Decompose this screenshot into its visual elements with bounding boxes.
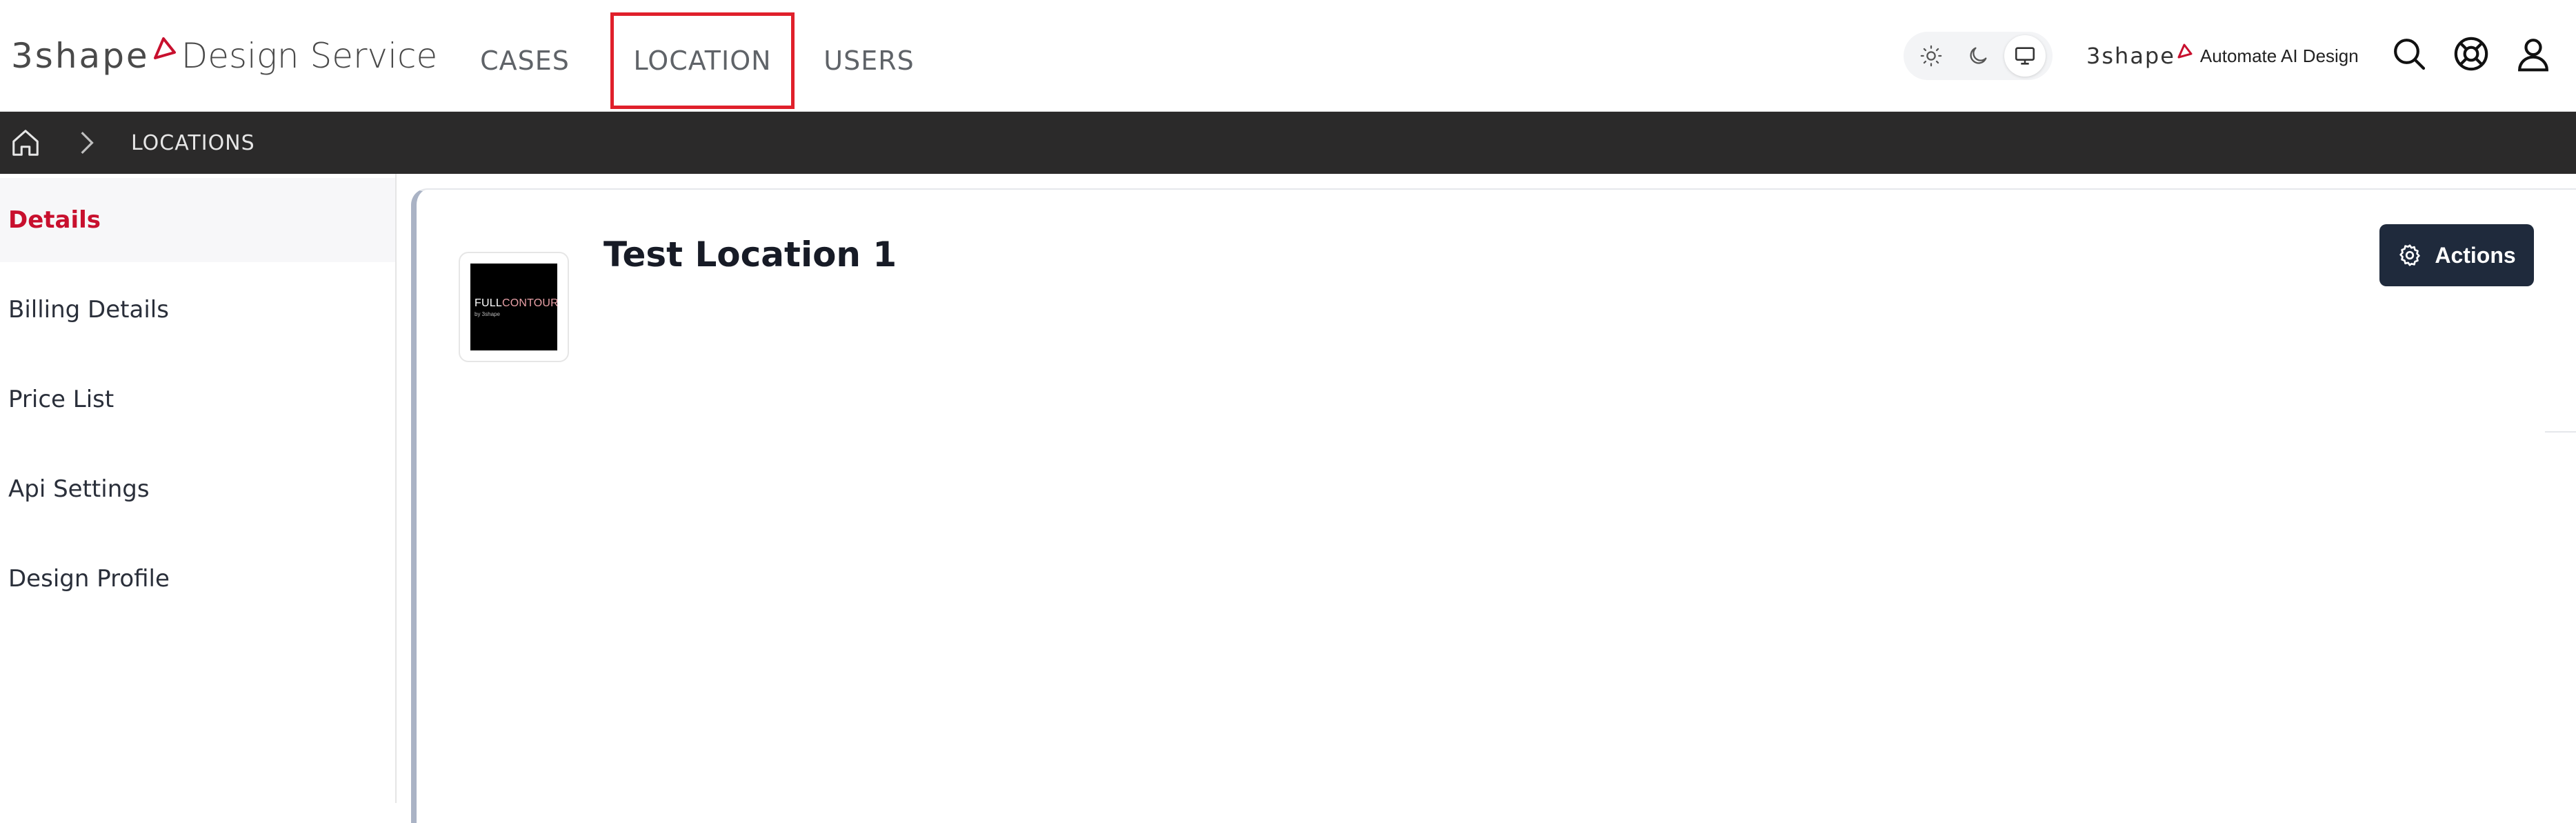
help-icon xyxy=(2454,37,2488,71)
actions-button[interactable]: Actions xyxy=(2379,224,2534,286)
ai-brand[interactable]: 3shape Automate AI Design xyxy=(2086,39,2359,73)
breadcrumb-current[interactable]: LOCATIONS xyxy=(131,112,255,174)
nav-tab-label: USERS xyxy=(823,46,915,76)
ai-brand-mark-icon xyxy=(2177,43,2193,59)
sidebar: Details Billing Details Price List Api S… xyxy=(0,174,397,803)
user-button[interactable] xyxy=(2511,32,2555,76)
nav-tab-cases[interactable]: CASES xyxy=(476,12,574,109)
user-icon xyxy=(2518,39,2548,72)
theme-system-button[interactable] xyxy=(2004,35,2046,77)
theme-light-button[interactable] xyxy=(1910,35,1952,77)
brand-name: Design Service xyxy=(181,36,438,76)
brand-prefix: 3shape xyxy=(11,36,150,76)
monitor-icon xyxy=(2015,47,2035,65)
brand-mark-icon xyxy=(153,37,176,59)
sidebar-item-label: Details xyxy=(8,206,101,234)
moon-icon xyxy=(1970,47,1987,64)
divider xyxy=(2545,431,2576,433)
nav-tab-label: CASES xyxy=(480,46,570,76)
sidebar-item-label: Api Settings xyxy=(8,475,150,503)
brand-logo[interactable]: 3shape Design Service xyxy=(11,32,437,80)
sidebar-item-details[interactable]: Details xyxy=(0,178,395,262)
chevron-right-icon xyxy=(81,131,94,155)
top-navigation-bar: 3shape Design Service CASES LOCATION USE… xyxy=(0,0,2576,112)
sidebar-item-label: Design Profile xyxy=(8,565,170,593)
home-icon[interactable] xyxy=(10,127,41,159)
help-button[interactable] xyxy=(2449,32,2493,76)
sun-icon xyxy=(1920,45,1942,67)
logo-text-full: FULL xyxy=(475,297,502,309)
breadcrumb: LOCATIONS xyxy=(0,112,2576,174)
nav-tab-location[interactable]: LOCATION xyxy=(610,12,795,109)
search-icon xyxy=(2394,39,2426,70)
gear-icon xyxy=(2399,244,2421,266)
sidebar-item-design-profile[interactable]: Design Profile xyxy=(0,537,395,621)
nav-tab-users[interactable]: USERS xyxy=(823,12,915,109)
location-details-panel xyxy=(411,188,2576,823)
theme-switch xyxy=(1904,32,2053,80)
actions-label: Actions xyxy=(2435,242,2516,268)
search-button[interactable] xyxy=(2387,32,2431,76)
ai-brand-prefix: 3shape xyxy=(2086,43,2175,69)
sidebar-item-price-list[interactable]: Price List xyxy=(0,357,395,442)
theme-dark-button[interactable] xyxy=(1957,35,1999,77)
location-logo: FULLCONTOUR by 3shape xyxy=(459,252,569,362)
page-title: Test Location 1 xyxy=(603,235,897,275)
nav-tab-label: LOCATION xyxy=(633,46,772,76)
sidebar-item-api-settings[interactable]: Api Settings xyxy=(0,447,395,531)
sidebar-item-billing-details[interactable]: Billing Details xyxy=(0,268,395,352)
logo-text-by: by 3shape xyxy=(475,310,500,317)
fullcontour-logo: FULLCONTOUR by 3shape xyxy=(470,264,559,350)
ai-brand-text: Automate AI Design xyxy=(2199,45,2359,66)
sidebar-item-label: Billing Details xyxy=(8,296,169,324)
logo-text-contour: CONTOUR xyxy=(501,297,559,309)
sidebar-item-label: Price List xyxy=(8,386,114,413)
